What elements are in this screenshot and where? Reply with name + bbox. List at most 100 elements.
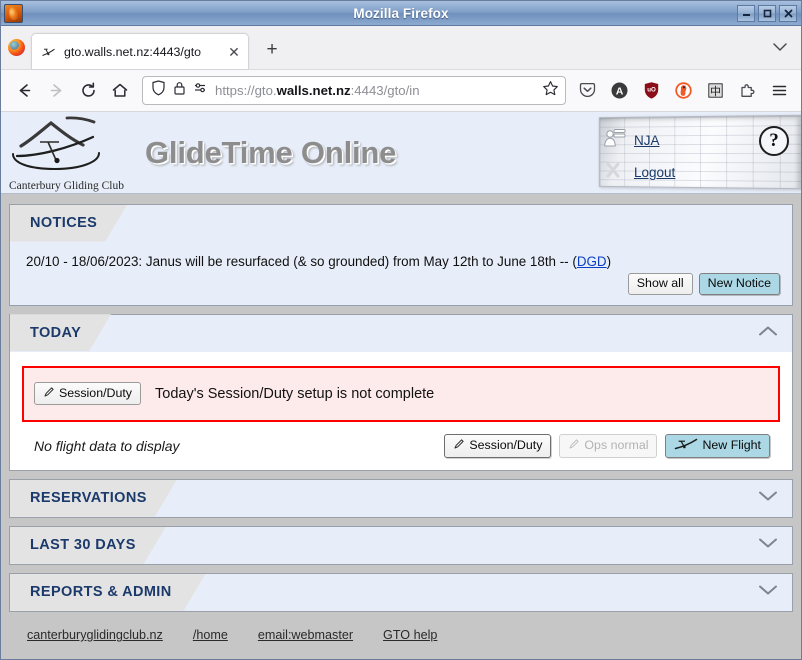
session-duty-label: Session/Duty bbox=[469, 438, 543, 453]
footer-link-home[interactable]: /home bbox=[193, 628, 228, 642]
ops-normal-button[interactable]: Ops normal bbox=[559, 434, 658, 458]
panel-today: TODAY Session/Duty Today's Session/Duty … bbox=[9, 313, 793, 472]
glider-favicon-icon bbox=[41, 44, 57, 60]
page-settings-icon[interactable] bbox=[193, 80, 208, 101]
panel-today-body: Session/Duty Today's Session/Duty setup … bbox=[10, 351, 792, 471]
pencil-icon bbox=[43, 386, 55, 402]
footer-link-email-webmaster[interactable]: email:webmaster bbox=[258, 628, 353, 642]
club-logo: Canterbury Gliding Club bbox=[1, 112, 127, 193]
browser-extension-icons: A uO 中 bbox=[573, 77, 793, 105]
panel-last-30-days-title: LAST 30 DAYS bbox=[30, 537, 136, 554]
chevron-down-icon[interactable] bbox=[758, 489, 778, 507]
chevron-down-icon[interactable] bbox=[758, 536, 778, 554]
padlock-icon[interactable] bbox=[173, 80, 186, 101]
panel-last-30-days: LAST 30 DAYS bbox=[9, 526, 793, 566]
star-bookmark-icon[interactable] bbox=[542, 80, 559, 102]
site-header: Canterbury Gliding Club GlideTime Online bbox=[1, 112, 801, 194]
app-menu-button[interactable] bbox=[765, 77, 793, 105]
home-button[interactable] bbox=[105, 76, 135, 106]
user-card-icon bbox=[603, 126, 627, 155]
close-button[interactable] bbox=[779, 4, 797, 22]
glider-over-mountains-icon bbox=[12, 116, 100, 170]
url-text[interactable]: https://gto.walls.net.nz:4443/gto/in bbox=[215, 83, 535, 98]
svg-text:uO: uO bbox=[647, 87, 656, 94]
window-controls bbox=[737, 4, 801, 22]
chevron-up-icon[interactable] bbox=[758, 324, 778, 342]
panel-reports-admin-header[interactable]: REPORTS & ADMIN bbox=[10, 574, 792, 612]
new-notice-button[interactable]: New Notice bbox=[698, 273, 780, 295]
panel-reports-admin: REPORTS & ADMIN bbox=[9, 573, 793, 613]
panel-notices-header[interactable]: NOTICES bbox=[10, 205, 792, 242]
notice-author-link[interactable]: DGD bbox=[577, 254, 607, 269]
browser-tabstrip: gto.walls.net.nz:4443/gto ✕ + bbox=[1, 26, 801, 70]
glider-icon bbox=[674, 438, 698, 455]
extensions-puzzle-icon[interactable] bbox=[733, 77, 761, 105]
minimize-button[interactable] bbox=[737, 4, 755, 22]
alert-message: Today's Session/Duty setup is not comple… bbox=[155, 385, 435, 402]
alert-session-duty-label: Session/Duty bbox=[59, 385, 133, 400]
user-row: NJA bbox=[603, 126, 660, 155]
panel-today-title: TODAY bbox=[30, 324, 82, 341]
pencil-icon bbox=[453, 438, 465, 454]
site-title: GlideTime Online bbox=[145, 134, 397, 170]
browser-tab[interactable]: gto.walls.net.nz:4443/gto ✕ bbox=[31, 33, 249, 69]
session-duty-button[interactable]: Session/Duty bbox=[444, 434, 552, 458]
forward-button[interactable] bbox=[41, 76, 71, 106]
session-duty-alert: Session/Duty Today's Session/Duty setup … bbox=[22, 365, 780, 422]
page-viewport: Canterbury Gliding Club GlideTime Online bbox=[1, 112, 801, 659]
back-button[interactable] bbox=[9, 76, 39, 106]
logout-x-icon bbox=[603, 160, 627, 185]
pocket-icon[interactable] bbox=[573, 77, 601, 105]
pencil-icon bbox=[568, 438, 580, 454]
alert-session-duty-button[interactable]: Session/Duty bbox=[34, 381, 142, 406]
reload-button[interactable] bbox=[73, 76, 103, 106]
firefox-app-icon bbox=[4, 3, 23, 23]
notice-date-range: 20/10 - 18/06/2023: bbox=[26, 254, 143, 269]
notice-text: Janus will be resurfaced (& so grounded)… bbox=[142, 254, 577, 269]
url-bar[interactable]: https://gto.walls.net.nz:4443/gto/in bbox=[142, 76, 566, 105]
new-tab-button[interactable]: + bbox=[257, 35, 287, 65]
footer-link-club-site[interactable]: canterburyglidingclub.nz bbox=[27, 628, 163, 642]
header-user-area: NJA Logout ? bbox=[589, 112, 801, 193]
ops-normal-label: Ops normal bbox=[584, 438, 649, 453]
list-all-tabs-button[interactable] bbox=[759, 25, 801, 69]
duckduckgo-icon[interactable] bbox=[669, 77, 697, 105]
logout-link[interactable]: Logout bbox=[634, 165, 675, 180]
site-footer-links: canterburyglidingclub.nz /home email:web… bbox=[9, 620, 793, 643]
notice-actions: Show all New Notice bbox=[10, 269, 792, 305]
firefox-logo-icon bbox=[1, 25, 31, 69]
panel-last-30-days-header[interactable]: LAST 30 DAYS bbox=[10, 527, 792, 565]
chevron-down-icon bbox=[773, 42, 787, 51]
help-button[interactable]: ? bbox=[759, 126, 789, 156]
ublock-origin-icon[interactable]: uO bbox=[637, 77, 665, 105]
footer-link-gto-help[interactable]: GTO help bbox=[383, 628, 437, 642]
chevron-down-icon[interactable] bbox=[758, 583, 778, 601]
shield-icon[interactable] bbox=[151, 80, 166, 101]
tab-close-icon[interactable]: ✕ bbox=[226, 44, 242, 60]
maximize-button[interactable] bbox=[758, 4, 776, 22]
new-flight-label: New Flight bbox=[702, 438, 761, 453]
adblock-icon[interactable]: A bbox=[605, 77, 633, 105]
panel-notices-body: 20/10 - 18/06/2023: Janus will be resurf… bbox=[10, 242, 792, 305]
logout-row: Logout bbox=[603, 160, 675, 185]
panel-reservations-title: RESERVATIONS bbox=[30, 490, 147, 507]
window-title: Mozilla Firefox bbox=[353, 5, 449, 21]
show-all-button[interactable]: Show all bbox=[627, 273, 693, 295]
notice-item: 20/10 - 18/06/2023: Janus will be resurf… bbox=[10, 242, 792, 269]
panel-notices-title: NOTICES bbox=[30, 215, 98, 231]
panel-stack: NOTICES 20/10 - 18/06/2023: Janus will b… bbox=[1, 204, 801, 659]
panel-notices: NOTICES 20/10 - 18/06/2023: Janus will b… bbox=[9, 204, 793, 306]
panel-reservations: RESERVATIONS bbox=[9, 479, 793, 519]
header-divider bbox=[1, 194, 801, 204]
firefox-window: Mozilla Firefox gto.walls.net.nz:4443/gt… bbox=[0, 0, 802, 660]
panel-reservations-header[interactable]: RESERVATIONS bbox=[10, 480, 792, 518]
user-name-link[interactable]: NJA bbox=[634, 133, 660, 148]
panel-today-header[interactable]: TODAY bbox=[10, 315, 792, 352]
browser-navigation-toolbar: https://gto.walls.net.nz:4443/gto/in A u… bbox=[1, 70, 801, 112]
page-bottom-spacer bbox=[9, 650, 793, 659]
window-titlebar: Mozilla Firefox bbox=[1, 1, 801, 26]
new-flight-button[interactable]: New Flight bbox=[665, 433, 770, 459]
panel-reports-admin-title: REPORTS & ADMIN bbox=[30, 584, 172, 601]
chinese-dictionary-icon[interactable]: 中 bbox=[701, 77, 729, 105]
today-actions-row: No flight data to display Session/Duty O… bbox=[22, 421, 780, 471]
